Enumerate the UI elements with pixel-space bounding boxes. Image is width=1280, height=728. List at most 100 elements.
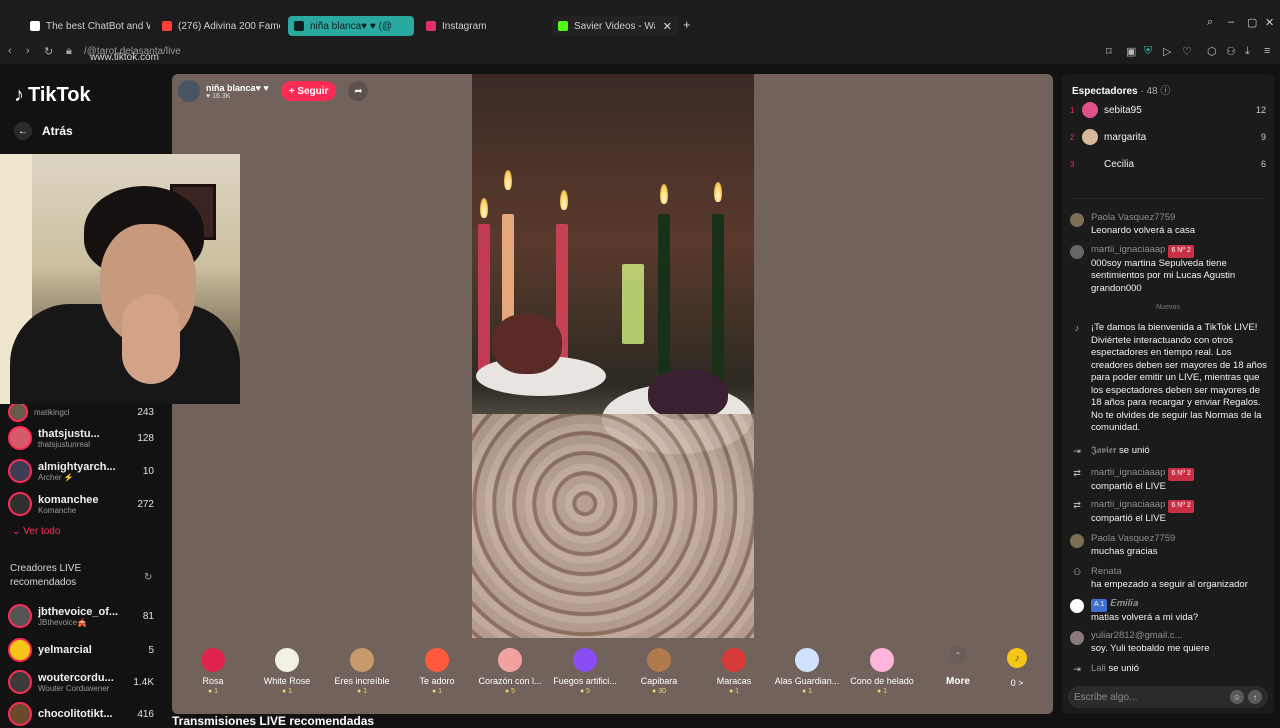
chat-input-box[interactable]: ☺ ↑ — [1068, 686, 1268, 708]
gift-item[interactable]: Fuegos artifici... ● 5 — [550, 648, 620, 695]
heart-icon[interactable]: ♡ — [1182, 45, 1192, 58]
share-icon[interactable]: ➦ — [348, 81, 369, 101]
recommended-item[interactable]: yelmarcial 5 — [8, 638, 168, 662]
chat-panel: Espectadores · 48 ⓘ 1 sebita95 12 2 marg… — [1062, 74, 1274, 714]
gift-item[interactable]: Eres increíble ● 1 — [327, 648, 397, 695]
gift-item[interactable]: Capibara ● 30 — [624, 648, 694, 695]
avatar[interactable] — [1070, 631, 1084, 645]
menu-icon[interactable]: ≡ — [1264, 45, 1270, 57]
page: ♪ TikTok ← Atrás matikingcl 243 thatsjus… — [0, 64, 1280, 728]
browser-tab-chatbot[interactable]: The best ChatBot and Wr — [30, 16, 150, 36]
message-user[interactable]: martii_ignaciaaap — [1091, 244, 1165, 255]
gift-price-value: 1 — [363, 688, 368, 695]
instagram-icon — [426, 21, 436, 31]
message-user[interactable]: martii_ignaciaaap — [1091, 467, 1165, 478]
creator-item[interactable]: matikingcl 243 — [8, 402, 168, 422]
creator-item[interactable]: almightyarch... Archer ⚡ 10 — [8, 459, 168, 483]
window-close-icon[interactable]: ✕ — [1265, 16, 1274, 29]
search-icon[interactable]: ⌕ — [1207, 16, 1213, 29]
shield-icon[interactable]: ⛨ — [1144, 45, 1152, 58]
emoji-icon[interactable]: ☺ — [1230, 690, 1244, 704]
close-tab-icon[interactable]: ✕ — [663, 20, 672, 33]
tablecloth — [472, 414, 754, 638]
message-user[interactable]: Paola Vasquez7759 — [1091, 533, 1175, 546]
url-text[interactable]: www.tiktok.com/@tarot.delasanta/live — [84, 46, 181, 63]
reload-icon[interactable]: ↻ — [44, 45, 53, 58]
flame — [480, 198, 488, 218]
live-video-area[interactable]: niña blanca♥ ♥ ♥ 16.3K + Seguir ➦ Rosa ●… — [172, 74, 1053, 714]
recommended-item[interactable]: chocolitotikt... 416 — [8, 702, 168, 726]
download-icon[interactable]: ⤓ — [1245, 45, 1250, 58]
coin-balance[interactable]: ♪ 0 > — [1002, 648, 1032, 688]
creator-subtitle: Archer ⚡ — [38, 472, 74, 482]
top-viewer-row[interactable]: 3 Cecilia 6 — [1070, 156, 1266, 172]
message-user[interactable]: yuliar2812@gmail.c... — [1091, 630, 1209, 643]
forward-icon[interactable]: › — [26, 45, 30, 57]
more-gifts-button[interactable]: ⌃ More — [938, 646, 978, 687]
message-user[interactable]: Renata — [1091, 566, 1248, 579]
profile-icon[interactable]: ⚇ — [1226, 45, 1236, 58]
gift-item[interactable]: White Rose ● 1 — [252, 648, 322, 695]
tiktok-note-icon: ♪ — [1074, 323, 1080, 333]
new-tab-button[interactable]: + — [683, 17, 691, 32]
message-text: ¡Te damos la bienvenida a TikTok LIVE! D… — [1091, 322, 1267, 433]
message-user[interactable]: 𝕵𝖆𝖛𝖎𝖊𝖗 — [1091, 445, 1116, 456]
screenshot-icon[interactable]: ▣ — [1126, 45, 1136, 58]
live-stream-video[interactable] — [472, 74, 754, 638]
host-likes: ♥ 16.3K — [206, 92, 231, 100]
message-user[interactable]: martii_ignaciaaap — [1091, 499, 1165, 510]
avatar[interactable] — [1070, 534, 1084, 548]
message-user[interactable]: 𝑬𝒎𝒊𝒍𝒊𝒂 — [1110, 598, 1138, 609]
back-button[interactable]: ← Atrás — [14, 122, 73, 140]
chat-input[interactable] — [1074, 691, 1226, 703]
top-viewer-row[interactable]: 2 margarita 9 — [1070, 129, 1266, 145]
gift-item[interactable]: Cono de helado ● 1 — [847, 648, 917, 695]
gift-item[interactable]: Maracas ● 1 — [699, 648, 769, 695]
chat-message: ⇥ Lali se unió — [1070, 663, 1270, 678]
follow-button[interactable]: + Seguir — [280, 81, 337, 101]
recommended-item[interactable]: jbthevoice_of... JBthevoice🎪 81 — [8, 604, 168, 628]
avatar[interactable] — [1070, 599, 1084, 613]
send-icon[interactable]: ↑ — [1248, 690, 1262, 704]
tiktok-note-icon: ♪ — [14, 84, 24, 106]
gift-label: Te adoro — [419, 676, 455, 686]
top-viewer-row[interactable]: 1 sebita95 12 — [1070, 102, 1266, 118]
browser-tab-instagram[interactable]: Instagram — [426, 16, 526, 36]
minimize-icon[interactable]: – — [1228, 16, 1234, 28]
extensions-icon[interactable]: ⬡ — [1207, 45, 1217, 58]
gift-item[interactable]: Corazón con l... ● 5 — [475, 648, 545, 695]
gift-item[interactable]: Rosa ● 1 — [178, 648, 248, 695]
avatar — [8, 604, 32, 628]
browser-tab-youtube[interactable]: (276) Adivina 200 Famos — [162, 16, 280, 36]
back-icon[interactable]: ‹ — [8, 45, 12, 57]
lock-icon[interactable]: 🔒︎ — [66, 45, 72, 58]
creator-item[interactable]: thatsjustu... thatsjustunreal 128 — [8, 426, 168, 450]
message-user[interactable]: Lali — [1091, 663, 1106, 674]
see-all-link[interactable]: ⌄ Ver todo — [12, 526, 60, 537]
gift-price-value: 1 — [214, 688, 219, 695]
viewer-count: 5 — [148, 644, 154, 656]
browser-tab-tiktok[interactable]: niña blanca♥ ♥ (@ — [288, 16, 414, 36]
host-name[interactable]: niña blanca♥ ♥ — [206, 83, 269, 93]
host-avatar[interactable] — [178, 80, 200, 102]
avatar — [8, 459, 32, 483]
follow-icon: ⚇ — [1072, 567, 1082, 577]
play-icon[interactable]: ▷ — [1163, 45, 1171, 58]
avatar[interactable] — [1070, 245, 1084, 259]
message-user[interactable]: Paola Vasquez7759 — [1091, 212, 1195, 225]
gift-item[interactable]: Te adoro ● 1 — [402, 648, 472, 695]
refresh-icon[interactable]: ↻ — [144, 572, 152, 583]
gift-label: Capibara — [640, 676, 678, 686]
gift-item[interactable]: Alas Guardian... ● 1 — [772, 648, 842, 695]
bookmark-icon[interactable]: ⌑ — [1106, 45, 1112, 58]
chevron-up-icon: ⌃ — [949, 646, 967, 664]
recommended-item[interactable]: woutercordu... Wouter Corduwener 1.4K — [8, 670, 168, 694]
viewer-rank: 2 — [1070, 132, 1075, 142]
maximize-icon[interactable]: ▢ — [1247, 16, 1257, 29]
creator-item[interactable]: komanchee Komanche 272 — [8, 492, 168, 516]
viewer-score: 6 — [1260, 159, 1266, 169]
avatar[interactable] — [1070, 213, 1084, 227]
tiktok-logo[interactable]: ♪ TikTok — [14, 84, 91, 107]
info-icon[interactable]: ⓘ — [1160, 86, 1170, 97]
browser-tab-kick[interactable]: Savier Videos - Watc ✕ — [552, 16, 678, 36]
